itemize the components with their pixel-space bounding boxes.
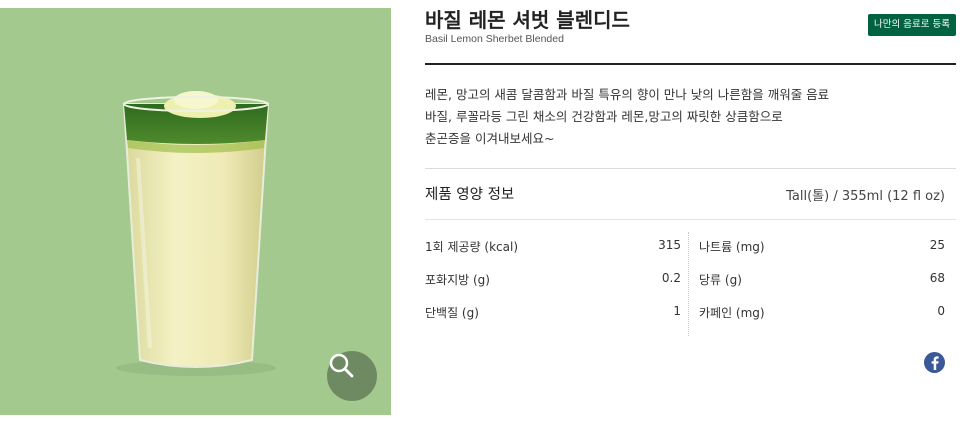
- nutrition-value: 68: [929, 271, 945, 285]
- nutrition-row: 1회 제공량 (kcal) 315 나트륨 (mg) 25: [425, 238, 956, 258]
- product-subtitle: Basil Lemon Sherbet Blended: [425, 33, 564, 45]
- nutrition-row: 단백질 (g) 1 카페인 (mg) 0: [425, 304, 956, 324]
- product-title: 바질 레몬 셔벗 블렌디드: [425, 8, 630, 32]
- product-description: 레몬, 망고의 새콤 달콤함과 바질 특유의 향이 만나 낮의 나른함을 깨워줄…: [425, 84, 956, 150]
- nutrition-label: 당류 (g): [699, 273, 742, 287]
- header-divider: [425, 63, 956, 65]
- description-line: 레몬, 망고의 새콤 달콤함과 바질 특유의 향이 만나 낮의 나른함을 깨워줄…: [425, 87, 830, 102]
- facebook-share-button[interactable]: [924, 352, 945, 373]
- nutrition-value: 0.2: [661, 271, 681, 285]
- product-image: [0, 8, 391, 415]
- nutrition-value: 25: [929, 238, 945, 252]
- facebook-icon: [931, 356, 939, 370]
- nutrition-label: 1회 제공량 (kcal): [425, 240, 519, 254]
- nutrition-title: 제품 영양 정보: [425, 187, 515, 203]
- section-divider: [425, 168, 956, 169]
- nutrition-label: 나트륨 (mg): [699, 240, 765, 254]
- description-line: 바질, 루꼴라등 그린 채소의 건강함과 레몬,망고의 짜릿한 상큼함으로: [425, 109, 783, 124]
- nutrition-row: 포화지방 (g) 0.2 당류 (g) 68: [425, 271, 956, 291]
- nutrition-value: 315: [658, 238, 681, 252]
- nutrition-label: 카페인 (mg): [699, 306, 765, 320]
- serving-size: Tall(톨) / 355ml (12 fl oz): [786, 189, 945, 204]
- register-my-drink-button[interactable]: 나만의 음료로 등록: [868, 14, 956, 36]
- nutrition-value: 0: [937, 304, 945, 318]
- nutrition-label: 포화지방 (g): [425, 273, 490, 287]
- nutrition-value: 1: [673, 304, 681, 318]
- nutrition-label: 단백질 (g): [425, 306, 479, 320]
- nutrition-divider: [425, 219, 956, 220]
- zoom-button[interactable]: [327, 351, 377, 401]
- magnifier-icon: [329, 353, 354, 378]
- description-line: 춘곤증을 이겨내보세요~: [425, 131, 555, 146]
